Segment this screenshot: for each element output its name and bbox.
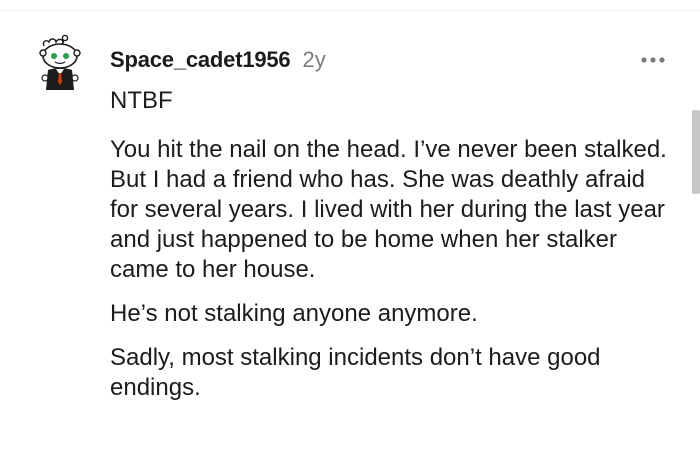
user-flair: NTBF xyxy=(110,87,173,114)
comment-paragraph: Sadly, most stalking incidents don’t hav… xyxy=(110,344,601,401)
more-options-icon xyxy=(641,57,665,63)
comment-paragraph: You hit the nail on the head. I’ve never… xyxy=(110,136,667,283)
username-link[interactable]: Space_cadet1956 xyxy=(110,47,291,73)
comment-body: NTBF You hit the nail on the head. I’ve … xyxy=(110,86,670,417)
snoo-avatar-icon[interactable] xyxy=(36,34,86,92)
comment-timestamp: 2y xyxy=(302,47,326,72)
comment-header: Space_cadet1956 2y xyxy=(110,46,326,74)
scrollbar-thumb[interactable] xyxy=(692,110,700,194)
comment-view: Space_cadet1956 2y NTBF You hit the nail… xyxy=(0,0,700,452)
comment-paragraph: He’s not stalking anyone anymore. xyxy=(110,300,478,327)
more-options-button[interactable] xyxy=(638,50,668,70)
top-divider xyxy=(0,10,700,11)
